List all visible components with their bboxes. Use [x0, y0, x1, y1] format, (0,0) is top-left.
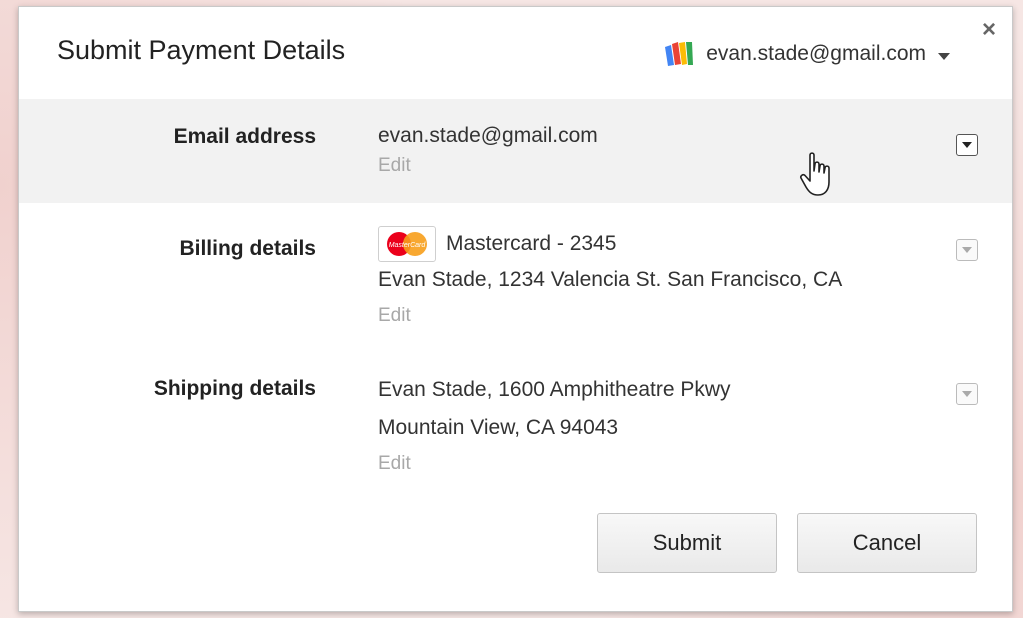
- hand-cursor-icon: [800, 152, 830, 196]
- shipping-edit-link[interactable]: Edit: [378, 451, 731, 477]
- chevron-down-icon: [938, 52, 950, 60]
- shipping-menu-icon[interactable]: [956, 383, 978, 405]
- email-value: evan.stade@gmail.com: [378, 124, 598, 147]
- mastercard-icon: MasterCard: [378, 226, 436, 262]
- submit-button[interactable]: Submit: [597, 513, 777, 573]
- email-content: evan.stade@gmail.com Edit: [378, 121, 598, 179]
- menu-dropdown-icon: [962, 247, 972, 253]
- billing-label: Billing details: [179, 237, 316, 260]
- menu-dropdown-icon: [962, 142, 972, 148]
- billing-section: Billing details MasterCard Mastercard - …: [19, 203, 1012, 343]
- shipping-section: Shipping details Evan Stade, 1600 Amphit…: [19, 347, 1012, 487]
- menu-dropdown-icon: [962, 391, 972, 397]
- account-switcher[interactable]: evan.stade@gmail.com: [662, 37, 950, 71]
- close-icon[interactable]: ×: [978, 16, 1000, 43]
- shipping-line-1: Evan Stade, 1600 Amphitheatre Pkwy: [378, 378, 731, 401]
- email-label: Email address: [173, 125, 316, 148]
- card-line: MasterCard Mastercard - 2345: [378, 223, 842, 265]
- shipping-label: Shipping details: [153, 377, 316, 400]
- mastercard-brand-text: MasterCard: [389, 242, 427, 249]
- email-edit-link[interactable]: Edit: [378, 153, 598, 179]
- shipping-line-2: Mountain View, CA 94043: [378, 416, 619, 439]
- shipping-content: Evan Stade, 1600 Amphitheatre Pkwy Mount…: [378, 375, 731, 477]
- cancel-button[interactable]: Cancel: [797, 513, 977, 573]
- card-summary: Mastercard - 2345: [446, 232, 617, 255]
- dialog-title: Submit Payment Details: [57, 35, 346, 65]
- mastercard-logo: MasterCard: [387, 232, 427, 256]
- email-section: Email address evan.stade@gmail.com Edit: [19, 99, 1012, 203]
- billing-address: Evan Stade, 1234 Valencia St. San Franci…: [378, 268, 843, 291]
- billing-edit-link[interactable]: Edit: [378, 303, 842, 329]
- email-menu-icon[interactable]: [956, 134, 978, 156]
- billing-content: MasterCard Mastercard - 2345 Evan Stade,…: [378, 223, 842, 329]
- account-email: evan.stade@gmail.com: [706, 42, 926, 65]
- billing-menu-icon[interactable]: [956, 239, 978, 261]
- payment-dialog: Submit Payment Details evan.stade@gmail.…: [18, 6, 1013, 612]
- wallet-icon: [665, 42, 694, 66]
- dialog-header: Submit Payment Details evan.stade@gmail.…: [19, 7, 1012, 99]
